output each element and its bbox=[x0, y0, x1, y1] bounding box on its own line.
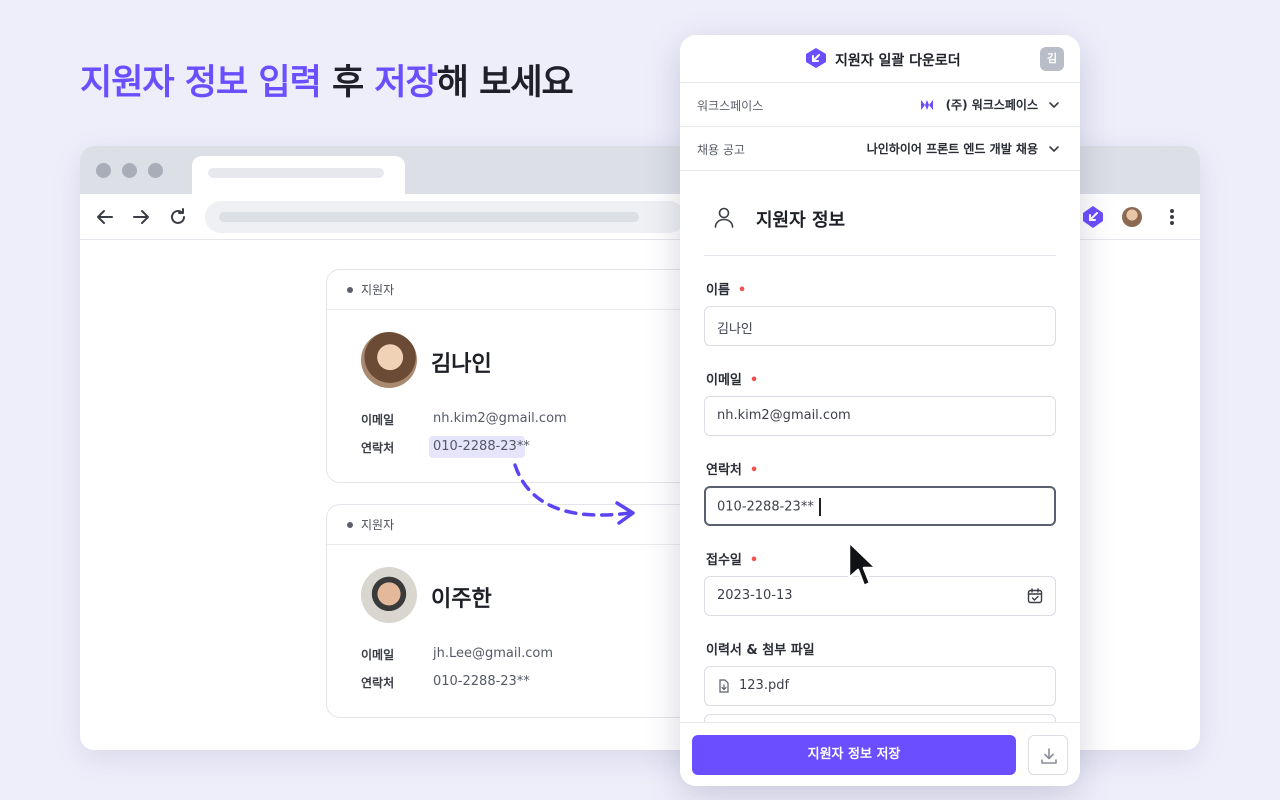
phone-value[interactable]: 010-2288-23** bbox=[433, 439, 530, 454]
email-label: 이메일 bbox=[361, 648, 395, 662]
back-arrow-icon[interactable] bbox=[94, 206, 116, 228]
extension-panel: 지원자 일괄 다운로더 김 워크스페이스 (주) 워크스페이스 채용 공고 나인… bbox=[680, 35, 1080, 786]
address-placeholder bbox=[219, 212, 639, 222]
date-field-label: 접수일 • bbox=[706, 553, 759, 568]
panel-footer: 지원자 정보 저장 bbox=[680, 722, 1080, 786]
headline-part2: 후 bbox=[320, 63, 375, 103]
required-mark: • bbox=[749, 373, 759, 388]
required-mark: • bbox=[749, 553, 759, 568]
workspace-logo-icon bbox=[921, 100, 933, 110]
text-caret bbox=[818, 498, 821, 516]
email-value: jh.Lee@gmail.com bbox=[433, 646, 553, 661]
browser-tab[interactable] bbox=[192, 156, 405, 196]
section-title: 지원자 정보 bbox=[756, 210, 846, 231]
app-logo-icon bbox=[806, 48, 826, 68]
phone-value: 010-2288-23** bbox=[433, 674, 530, 689]
extension-logo-icon[interactable] bbox=[1080, 204, 1106, 230]
headline-part3: 저장 bbox=[374, 63, 437, 103]
received-date-input[interactable]: 2023-10-13 bbox=[704, 576, 1056, 616]
attachment-item[interactable]: 123.pdf bbox=[704, 666, 1056, 706]
phone-input[interactable]: 010-2288-23** bbox=[704, 486, 1056, 526]
applicant-name: 이주한 bbox=[431, 587, 492, 612]
received-date-value: 2023-10-13 bbox=[717, 588, 793, 603]
download-icon bbox=[1041, 748, 1057, 764]
required-mark: • bbox=[737, 283, 747, 298]
address-bar[interactable] bbox=[205, 201, 685, 233]
email-field-label: 이메일 • bbox=[706, 373, 759, 388]
phone-field-label: 연락처 • bbox=[706, 463, 759, 478]
headline-part1: 지원자 정보 입력 bbox=[80, 63, 322, 103]
bullet-icon bbox=[347, 521, 353, 528]
workspace-value: (주) 워크스페이스 bbox=[945, 98, 1038, 112]
tab-title-placeholder bbox=[208, 168, 384, 178]
window-minimize-dot[interactable] bbox=[122, 163, 137, 178]
email-label: 이메일 bbox=[361, 413, 395, 427]
phone-input-value: 010-2288-23** bbox=[717, 499, 814, 515]
job-posting-label: 채용 공고 bbox=[697, 143, 745, 157]
attachments-label: 이력서 & 첨부 파일 bbox=[706, 643, 815, 658]
name-label: 이름 • bbox=[706, 283, 747, 298]
workspace-select[interactable]: 워크스페이스 (주) 워크스페이스 bbox=[680, 83, 1080, 127]
email-input[interactable]: nh.kim2@gmail.com bbox=[704, 396, 1056, 436]
avatar bbox=[361, 332, 417, 388]
name-input[interactable]: 김나인 bbox=[704, 306, 1056, 346]
phone-label: 연락처 bbox=[361, 676, 395, 690]
window-close-dot[interactable] bbox=[96, 163, 111, 178]
profile-avatar[interactable] bbox=[1122, 207, 1142, 227]
applicant-form: 지원자 정보 이름 • 김나인 이메일 • nh.kim2@gmail.com 연락… bbox=[680, 171, 1080, 754]
user-icon bbox=[714, 207, 734, 228]
panel-title: 지원자 일괄 다운로더 bbox=[835, 53, 961, 69]
headline-part4: 해 보세요 bbox=[436, 63, 574, 103]
avatar bbox=[361, 567, 417, 623]
applicant-tag: 지원자 bbox=[361, 283, 395, 297]
applicant-tag: 지원자 bbox=[361, 518, 395, 532]
user-avatar[interactable]: 김 bbox=[1040, 47, 1064, 71]
email-value: nh.kim2@gmail.com bbox=[433, 411, 567, 426]
more-vertical-icon[interactable] bbox=[1162, 206, 1182, 228]
download-button[interactable] bbox=[1028, 735, 1068, 775]
file-download-icon bbox=[719, 678, 729, 693]
job-posting-value: 나인하이어 프론트 엔드 개발 채용 bbox=[866, 142, 1038, 156]
window-maximize-dot[interactable] bbox=[148, 163, 163, 178]
attachment-filename: 123.pdf bbox=[739, 678, 790, 693]
dashed-arrow-icon bbox=[513, 463, 635, 525]
applicant-name: 김나인 bbox=[431, 352, 492, 377]
bullet-icon bbox=[347, 286, 353, 293]
panel-header: 지원자 일괄 다운로더 김 bbox=[680, 35, 1080, 83]
chevron-down-icon bbox=[1049, 146, 1059, 152]
mouse-pointer-icon bbox=[847, 540, 878, 588]
save-applicant-button[interactable]: 지원자 정보 저장 bbox=[692, 735, 1016, 775]
calendar-icon[interactable] bbox=[1027, 588, 1043, 604]
chevron-down-icon bbox=[1049, 102, 1059, 108]
divider bbox=[704, 255, 1056, 256]
workspace-label: 워크스페이스 bbox=[697, 99, 764, 113]
reload-icon[interactable] bbox=[167, 206, 189, 228]
required-mark: • bbox=[749, 463, 759, 478]
job-posting-select[interactable]: 채용 공고 나인하이어 프론트 엔드 개발 채용 bbox=[680, 127, 1080, 171]
forward-arrow-icon[interactable] bbox=[130, 206, 152, 228]
headline: 지원자 정보 입력 후 저장해 보세요 bbox=[80, 54, 574, 105]
phone-label: 연락처 bbox=[361, 441, 395, 455]
